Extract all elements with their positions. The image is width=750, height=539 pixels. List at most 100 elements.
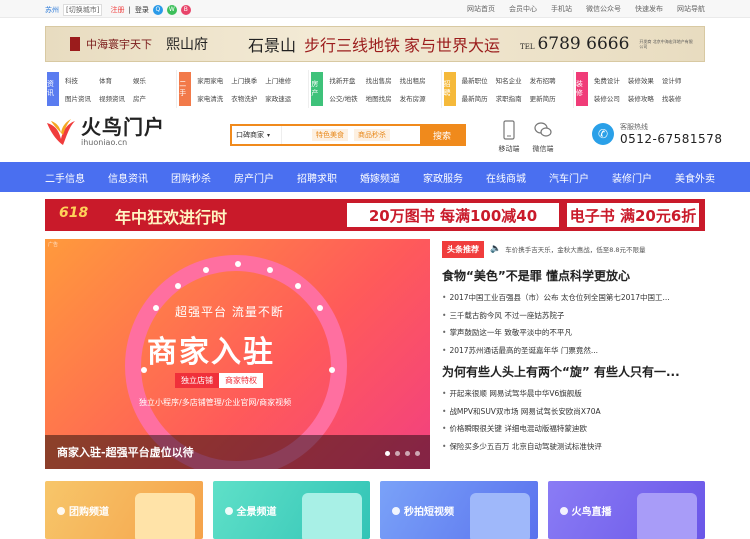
- promo-offer-ebooks: 电子书 满20元6折: [567, 203, 699, 227]
- news-item[interactable]: 开起来很顺 网易试驾华晨中华V6旗舰版: [442, 385, 705, 403]
- news-item[interactable]: 2017苏州通话最高的圣诞嘉年华 门票竟然...: [442, 342, 705, 360]
- member-center-link[interactable]: 会员中心: [509, 4, 537, 14]
- site-nav-link[interactable]: 网站导航: [677, 4, 705, 14]
- category-link[interactable]: 装修公司: [594, 93, 620, 103]
- carousel-dot[interactable]: [405, 451, 410, 456]
- nav-item[interactable]: 汽车门户: [549, 170, 589, 185]
- hot-tag[interactable]: 特色美食: [312, 129, 348, 141]
- category-link[interactable]: 科技: [65, 75, 91, 85]
- switch-city-link[interactable]: [切换城市]: [63, 4, 103, 16]
- category-link[interactable]: 更新简历: [530, 93, 556, 103]
- category-badge[interactable]: 招聘: [443, 72, 456, 106]
- slide-caption-bar: 商家入驻-超强平台虚位以待: [45, 435, 430, 469]
- news-item[interactable]: 掌声鼓励这一年 致敬平淡中的不平凡: [442, 324, 705, 342]
- news-item[interactable]: 战MPV和SUV双市场 网易试驾长安欧尚X70A: [442, 403, 705, 421]
- login-link[interactable]: 登录: [135, 5, 149, 15]
- qq-icon[interactable]: Q: [152, 5, 163, 15]
- second-headline[interactable]: 为何有些人头上有两个“旋” 有些人只有一...: [442, 363, 705, 385]
- category-link[interactable]: 免费设计: [594, 75, 620, 85]
- category-badge[interactable]: 装修: [575, 72, 588, 106]
- nav-item[interactable]: 招聘求职: [297, 170, 337, 185]
- nav-item[interactable]: 团购秒杀: [171, 170, 211, 185]
- wechat-icon[interactable]: W: [166, 5, 177, 15]
- top-headline[interactable]: 食物“美色”不是罪 懂点科学更放心: [442, 267, 705, 289]
- news-marquee[interactable]: 车价携手吉天乐，金秋大惠战，低至8.8元不限量: [505, 244, 645, 254]
- news-item[interactable]: 价格瞬眼很关键 详细电混动版福特蒙迪欧: [442, 420, 705, 438]
- category-link[interactable]: 图片资讯: [65, 93, 91, 103]
- weibo-icon[interactable]: B: [180, 5, 191, 15]
- nav-item[interactable]: 房产门户: [234, 170, 274, 185]
- category-link[interactable]: 娱乐: [133, 75, 146, 85]
- site-logo[interactable]: 火鸟门户 ihuoniao.cn: [45, 116, 165, 147]
- category-link[interactable]: 找装修: [662, 93, 682, 103]
- news-item[interactable]: 保险买多少五百万 北京自动驾驶测试标准快评: [442, 438, 705, 456]
- category-link[interactable]: 公交/地铁: [329, 93, 357, 103]
- ad-phone: TEL 6789 6666: [520, 34, 630, 54]
- live-stream-channel-card[interactable]: 火鸟直播: [547, 481, 705, 539]
- category-link[interactable]: 地图找房: [366, 93, 392, 103]
- wechat-account-link[interactable]: 微信公众号: [586, 4, 621, 14]
- category-link[interactable]: 家用家电: [197, 75, 223, 85]
- carousel-dot[interactable]: [395, 451, 400, 456]
- wechat-link[interactable]: 微信端: [528, 120, 558, 154]
- nav-item[interactable]: 二手信息: [45, 170, 85, 185]
- category-link[interactable]: 最新职位: [462, 75, 488, 85]
- promo-banner[interactable]: 618 年中狂欢进行时 20万图书 每满100减40 电子书 满20元6折: [45, 199, 705, 231]
- independent-store-button[interactable]: 独立店铺: [175, 373, 219, 388]
- current-city[interactable]: 苏州: [45, 5, 59, 15]
- category-link[interactable]: 知名企业: [496, 75, 522, 85]
- hot-tag[interactable]: 商品秒杀: [354, 129, 390, 141]
- category-link[interactable]: 找出售房: [366, 75, 392, 85]
- nav-item[interactable]: 信息资讯: [108, 170, 148, 185]
- mobile-site-link[interactable]: 手机站: [551, 4, 572, 14]
- category-link[interactable]: 体育: [99, 75, 125, 85]
- quick-post-link[interactable]: 快速发布: [635, 4, 663, 14]
- category-link[interactable]: 衣物洗护: [231, 93, 257, 103]
- category-link[interactable]: 找新开盘: [329, 75, 357, 85]
- short-video-channel-card[interactable]: 秒拍短视频: [380, 481, 538, 539]
- search-scope-select[interactable]: 口碑商家 ▾: [232, 126, 282, 144]
- register-link[interactable]: 注册: [110, 5, 124, 15]
- search-bar: 口碑商家 ▾ 特色美食 商品秒杀 搜索: [230, 124, 466, 146]
- chevron-down-icon: ▾: [267, 131, 271, 139]
- category-link[interactable]: 求职指南: [496, 93, 522, 103]
- category-link[interactable]: 装修效果: [628, 75, 654, 85]
- category-link[interactable]: 发布招聘: [530, 75, 556, 85]
- category-badge[interactable]: 二手: [179, 72, 192, 106]
- news-item[interactable]: 三千载古韵今风 不过一座姑苏院子: [442, 307, 705, 325]
- slide-title: 商家入驻: [147, 335, 275, 370]
- category-link[interactable]: 视频资讯: [99, 93, 125, 103]
- real-estate-ad-banner[interactable]: 中海寰宇天下 熙山府 石景山 步行三线地铁 家与世界大运 TEL 6789 666…: [45, 26, 705, 62]
- nav-item[interactable]: 婚嫁频道: [360, 170, 400, 185]
- category-link[interactable]: 找出租房: [400, 75, 426, 85]
- nav-item[interactable]: 家政服务: [423, 170, 463, 185]
- category-link[interactable]: 上门换季: [231, 75, 257, 85]
- nav-item[interactable]: 在线商城: [486, 170, 526, 185]
- merchant-privilege-button[interactable]: 商家特权: [219, 373, 263, 388]
- category-badge[interactable]: 房产: [311, 72, 324, 106]
- slide-caption[interactable]: 商家入驻-超强平台虚位以待: [57, 444, 194, 460]
- category-link[interactable]: 房产: [133, 93, 146, 103]
- groupbuy-channel-card[interactable]: 团购频道: [45, 481, 203, 539]
- news-item[interactable]: 2017中国工业百强县（市）公布 太仓位列全国第七2017中国工...: [442, 289, 705, 307]
- carousel-dot[interactable]: [415, 451, 420, 456]
- category-link[interactable]: 家电清洗: [197, 93, 223, 103]
- nav-item[interactable]: 装修门户: [612, 170, 652, 185]
- carousel-dot[interactable]: [385, 451, 390, 456]
- panorama-channel-card[interactable]: 全景频道: [212, 481, 370, 539]
- hero-carousel[interactable]: 广告 超强平台 流量不断 商家入驻 独立店铺 商家特权 独立小程序/多店铺管理/…: [45, 239, 430, 469]
- category-link[interactable]: 最新简历: [462, 93, 488, 103]
- category-badge[interactable]: 资讯: [47, 72, 59, 106]
- category-link[interactable]: 装修攻略: [628, 93, 654, 103]
- mobile-app-link[interactable]: 移动端: [494, 120, 524, 154]
- home-link[interactable]: 网站首页: [467, 4, 495, 14]
- category-link[interactable]: 设计师: [662, 75, 682, 85]
- category-link[interactable]: 发布房源: [400, 93, 426, 103]
- nav-item[interactable]: 美食外卖: [675, 170, 715, 185]
- top-bar: 苏州 [切换城市] 注册 | 登录 Q W B 网站首页 会员中心 手机站 微信…: [0, 0, 750, 18]
- ad-small-print: 开发商 北京中海宏洋地产有限公司: [639, 39, 693, 49]
- category-link[interactable]: 家政速运: [265, 93, 291, 103]
- search-input[interactable]: 特色美食 商品秒杀: [282, 129, 420, 141]
- search-button[interactable]: 搜索: [420, 126, 464, 144]
- category-link[interactable]: 上门维修: [265, 75, 291, 85]
